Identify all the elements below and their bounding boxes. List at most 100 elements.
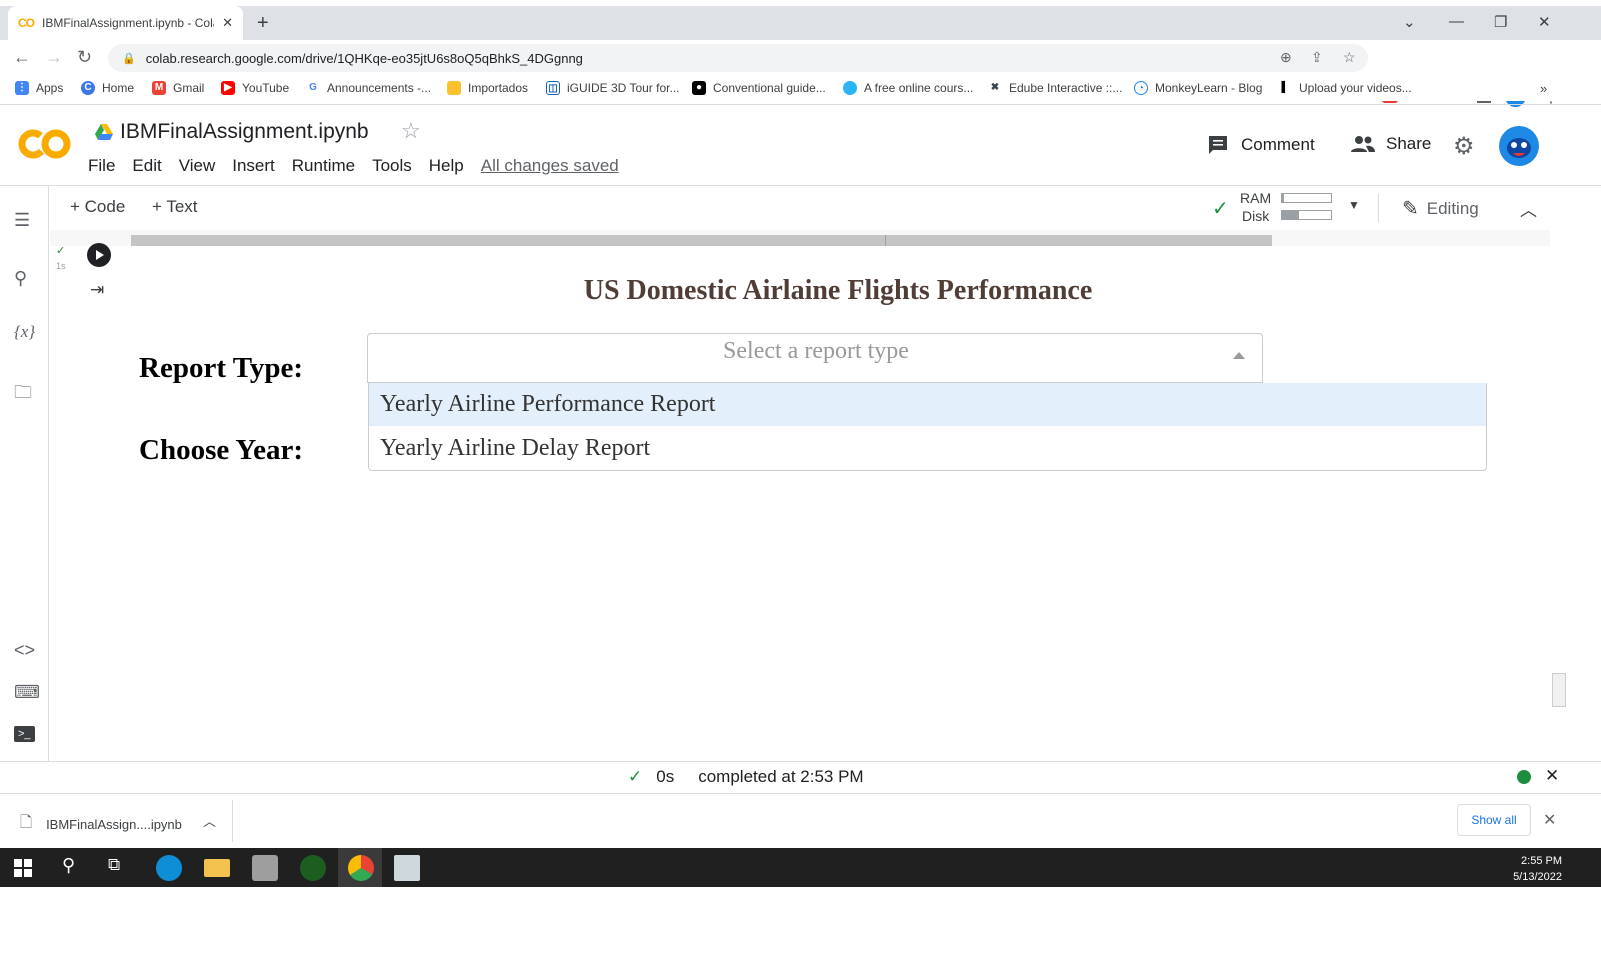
- avatar[interactable]: [1499, 126, 1539, 166]
- terminal-icon[interactable]: >_: [14, 726, 35, 742]
- bookmark-monkeylearn[interactable]: ◔ MonkeyLearn - Blog: [1134, 81, 1262, 95]
- runtime-status-indicator[interactable]: [1517, 770, 1531, 784]
- windows-start-icon[interactable]: [14, 859, 32, 877]
- resources-dropdown-icon[interactable]: ▼: [1348, 198, 1360, 212]
- select-placeholder: Select a report type: [723, 338, 909, 364]
- menu-insert[interactable]: Insert: [232, 156, 275, 176]
- menu-help[interactable]: Help: [429, 156, 464, 176]
- window-close-icon[interactable]: ✕: [1538, 13, 1551, 31]
- system-clock[interactable]: 2:55 PM 5/13/2022: [1490, 853, 1562, 885]
- option-yearly-delay[interactable]: Yearly Airline Delay Report: [369, 427, 1486, 470]
- windows-taskbar: ⚲ ⧉ 2:55 PM 5/13/2022: [0, 848, 1601, 887]
- avatar-image-icon: [1507, 138, 1531, 158]
- menu-view[interactable]: View: [179, 156, 216, 176]
- bookmark-announcements[interactable]: G Announcements -...: [306, 81, 431, 95]
- comment-button[interactable]: Comment: [1207, 134, 1315, 156]
- snipping-tool-icon[interactable]: [394, 855, 420, 881]
- files-folder-icon[interactable]: 🗀: [14, 380, 32, 410]
- restore-icon[interactable]: ❐: [1494, 13, 1507, 31]
- menu-tools[interactable]: Tools: [372, 156, 412, 176]
- browser-tab[interactable]: CO IBMFinalAssignment.ipynb - Cola ✕: [8, 6, 243, 40]
- ram-label: RAM: [1240, 190, 1272, 206]
- bookmark-upload-videos[interactable]: ▌ Upload your videos...: [1278, 81, 1412, 95]
- menu-edit[interactable]: Edit: [132, 156, 161, 176]
- connected-check-icon: ✓: [1212, 198, 1229, 220]
- menu-runtime[interactable]: Runtime: [292, 156, 355, 176]
- share-button[interactable]: Share: [1350, 134, 1431, 154]
- search-icon[interactable]: ⚲: [14, 268, 27, 289]
- bookmark-conventional-guide[interactable]: ● Conventional guide...: [692, 81, 826, 95]
- new-tab-icon[interactable]: +: [257, 12, 269, 35]
- divider: [0, 104, 1601, 105]
- task-view-icon[interactable]: ⧉: [108, 855, 134, 881]
- disk-meter-fill: [1282, 211, 1300, 219]
- zoom-icon[interactable]: ⊕: [1280, 49, 1292, 66]
- bookmark-gmail[interactable]: M Gmail: [152, 81, 204, 95]
- download-options-icon[interactable]: ︿: [203, 811, 216, 830]
- tab-search-icon[interactable]: ⌄: [1403, 13, 1416, 31]
- bookmark-importados[interactable]: Importados: [447, 81, 528, 95]
- clock-time: 2:55 PM: [1521, 855, 1562, 867]
- menu-file[interactable]: File: [88, 156, 115, 176]
- add-text-button[interactable]: + Text: [152, 197, 198, 217]
- output-actions-icon[interactable]: ⇥: [90, 280, 104, 300]
- table-of-contents-icon[interactable]: ☰: [14, 210, 30, 231]
- chrome-icon[interactable]: [348, 855, 374, 881]
- add-code-button[interactable]: + Code: [70, 197, 125, 217]
- dropdown-arrow-icon[interactable]: [1233, 352, 1245, 359]
- reload-icon[interactable]: ↻: [77, 47, 92, 68]
- google-drive-icon[interactable]: [95, 124, 113, 140]
- google-icon: G: [306, 81, 320, 95]
- bookmark-edube[interactable]: ✖ Edube Interactive ::...: [988, 81, 1122, 95]
- course-icon: [843, 81, 857, 95]
- collapse-header-icon[interactable]: ︿: [1520, 196, 1537, 221]
- close-shelf-icon[interactable]: ✕: [1543, 810, 1556, 830]
- disk-meter[interactable]: [1281, 210, 1332, 220]
- bookmarks-overflow-icon[interactable]: »: [1540, 81, 1547, 96]
- editing-mode-button[interactable]: ✎ Editing: [1402, 196, 1479, 221]
- report-type-select[interactable]: Select a report type: [367, 333, 1263, 383]
- colab-favicon-icon: CO: [18, 16, 35, 30]
- divider: [232, 800, 233, 842]
- execution-time: 1s: [56, 261, 66, 271]
- url-text: colab.research.google.com/drive/1QHKqe-e…: [145, 50, 583, 66]
- back-icon[interactable]: ←: [13, 47, 31, 68]
- vertical-scrollbar[interactable]: [1552, 673, 1566, 707]
- command-palette-icon[interactable]: ⌨: [14, 682, 40, 703]
- star-icon[interactable]: ☆: [401, 118, 421, 144]
- bookmark-free-online-course[interactable]: A free online cours...: [843, 81, 973, 95]
- address-bar[interactable]: 🔒 colab.research.google.com/drive/1QHKqe…: [108, 44, 1368, 72]
- ram-meter[interactable]: [1281, 193, 1332, 203]
- forward-icon[interactable]: →: [45, 47, 63, 68]
- share-page-icon[interactable]: ⇪: [1311, 49, 1323, 66]
- show-all-button[interactable]: Show all: [1457, 804, 1531, 836]
- divider: [885, 235, 886, 246]
- edube-icon: ✖: [988, 81, 1002, 95]
- option-yearly-performance[interactable]: Yearly Airline Performance Report: [369, 383, 1486, 426]
- save-status-link[interactable]: All changes saved: [481, 156, 619, 176]
- monitor-app-icon[interactable]: [300, 855, 326, 881]
- status-duration: 0s: [656, 767, 675, 786]
- file-explorer-icon[interactable]: [204, 859, 230, 877]
- bookmark-iguide[interactable]: ◫ iGUIDE 3D Tour for...: [546, 81, 679, 95]
- app-icon[interactable]: [252, 855, 278, 881]
- download-item[interactable]: 🗋 IBMFinalAssign....ipynb: [20, 812, 182, 837]
- bookmark-home[interactable]: C Home: [81, 81, 134, 95]
- bookmark-apps[interactable]: ⋮ Apps: [15, 81, 63, 95]
- divider: [0, 761, 1601, 762]
- settings-gear-icon[interactable]: ⚙: [1453, 132, 1475, 161]
- code-snippets-icon[interactable]: <>: [14, 640, 35, 661]
- bookmark-youtube[interactable]: ▶ YouTube: [221, 81, 289, 95]
- variables-icon[interactable]: {x}: [14, 322, 35, 342]
- clock-date: 5/13/2022: [1513, 871, 1562, 883]
- cell-horizontal-scrollbar[interactable]: [131, 235, 1272, 246]
- status-close-icon[interactable]: ✕: [1545, 766, 1559, 786]
- notebook-title[interactable]: IBMFinalAssignment.ipynb: [120, 120, 369, 144]
- minimize-icon[interactable]: —: [1449, 13, 1464, 30]
- edge-browser-icon[interactable]: [156, 855, 182, 881]
- folder-icon: [447, 81, 461, 95]
- execution-status: ✓ 0s completed at 2:53 PM: [628, 767, 864, 787]
- tab-close-icon[interactable]: ✕: [222, 15, 233, 31]
- bookmark-star-icon[interactable]: ☆: [1343, 49, 1356, 66]
- taskbar-search-icon[interactable]: ⚲: [62, 855, 88, 881]
